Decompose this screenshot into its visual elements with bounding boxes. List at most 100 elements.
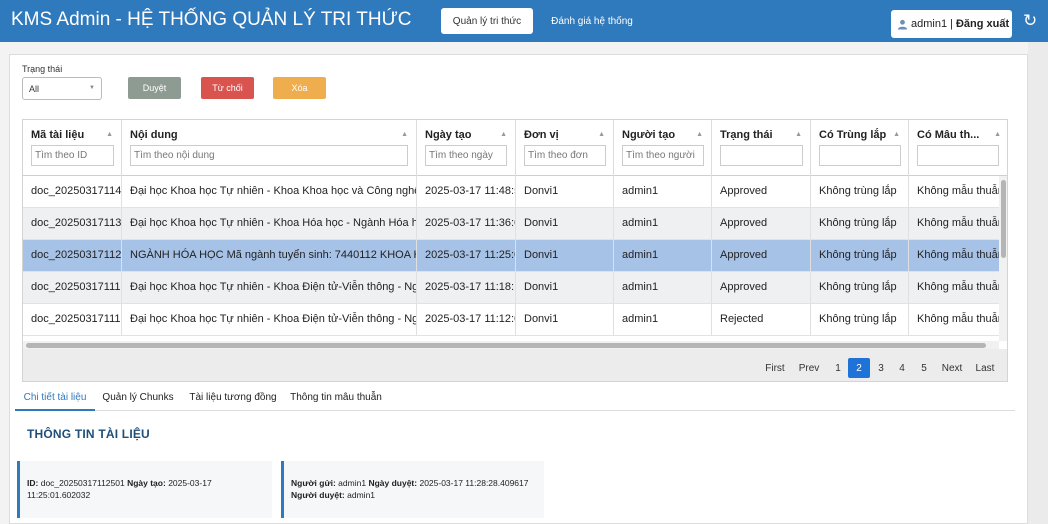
- cell-created: 2025-03-17 11:48:53: [417, 176, 516, 207]
- cell-conflict: Không mẫu thuẫn: [909, 176, 1001, 207]
- filter-input-id[interactable]: [31, 145, 114, 166]
- column-title: Có Mâu th...: [917, 129, 980, 141]
- cell-status: Rejected: [712, 304, 811, 335]
- page-last[interactable]: Last: [971, 358, 999, 378]
- filter-input-status[interactable]: [720, 145, 803, 166]
- page-5[interactable]: 5: [914, 358, 934, 378]
- sort-icon[interactable]: ▲: [598, 131, 605, 138]
- cell-unit: Donvi1: [516, 240, 614, 271]
- sort-icon[interactable]: ▲: [500, 131, 507, 138]
- approver-value: admin1: [347, 490, 376, 500]
- column-title: Trạng thái: [720, 129, 773, 141]
- page-scroll-gutter: [1028, 42, 1048, 524]
- filter-input-duplicate[interactable]: [819, 145, 901, 166]
- cell-content: Đại học Khoa học Tự nhiên - Khoa Khoa họ…: [122, 176, 417, 207]
- cell-creator: admin1: [614, 176, 712, 207]
- cell-duplicate: Không trùng lắp: [811, 272, 909, 303]
- cell-content: Đại học Khoa học Tự nhiên - Khoa Hóa học…: [122, 208, 417, 239]
- filter-input-content[interactable]: [130, 145, 408, 166]
- tab-document-details[interactable]: Chi tiết tài liệu: [15, 386, 95, 411]
- cell-duplicate: Không trùng lắp: [811, 240, 909, 271]
- cell-created: 2025-03-17 11:36:03: [417, 208, 516, 239]
- cell-duplicate: Không trùng lắp: [811, 176, 909, 207]
- chevron-down-icon: ▼: [89, 85, 95, 91]
- column-title: Nội dung: [130, 129, 178, 141]
- cell-created: 2025-03-17 11:12:05: [417, 304, 516, 335]
- reject-button[interactable]: Từ chối: [201, 77, 254, 99]
- page-first[interactable]: First: [758, 358, 792, 378]
- sort-icon[interactable]: ▲: [994, 131, 1001, 138]
- created-label: Ngày tạo:: [127, 478, 166, 488]
- table-row[interactable]: doc_20250317111205Đại học Khoa học Tự nh…: [23, 304, 1001, 336]
- page-next[interactable]: Next: [938, 358, 966, 378]
- column-title: Mã tài liệu: [31, 129, 85, 141]
- column-title: Đơn vị: [524, 129, 559, 141]
- nav-knowledge-management[interactable]: Quản lý tri thức: [441, 8, 533, 34]
- app-title: KMS Admin - HỆ THỐNG QUẢN LÝ TRI THỨC: [11, 9, 412, 30]
- tab-chunk-management[interactable]: Quản lý Chunks: [99, 386, 177, 411]
- table-row[interactable]: doc_20250317113603Đại học Khoa học Tự nh…: [23, 208, 1001, 240]
- cell-status: Approved: [712, 176, 811, 207]
- column-header-unit[interactable]: Đơn vị ▲: [516, 120, 614, 176]
- user-icon: [897, 19, 908, 30]
- status-filter-label: Trạng thái: [22, 64, 63, 74]
- column-header-duplicate[interactable]: Có Trùng lắp ▲: [811, 120, 909, 176]
- column-header-created[interactable]: Ngày tạo ▲: [417, 120, 516, 176]
- horizontal-scrollbar[interactable]: [23, 341, 999, 349]
- sort-icon[interactable]: ▲: [106, 131, 113, 138]
- column-header-content[interactable]: Nội dung ▲: [122, 120, 417, 176]
- cell-id: doc_20250317113603: [23, 208, 122, 239]
- nav-system-evaluation[interactable]: Đánh giá hệ thống: [546, 8, 638, 34]
- section-title: THÔNG TIN TÀI LIỆU: [27, 427, 150, 441]
- cell-content: Đại học Khoa học Tự nhiên - Khoa Điện tử…: [122, 272, 417, 303]
- filter-input-unit[interactable]: [524, 145, 606, 166]
- filter-input-conflict[interactable]: [917, 145, 999, 166]
- user-menu[interactable]: admin1 | Đăng xuất: [891, 10, 1012, 38]
- pagination: First Prev 1 2 3 4 5 Next Last: [23, 349, 1007, 381]
- sort-icon[interactable]: ▲: [401, 131, 408, 138]
- cell-status: Approved: [712, 208, 811, 239]
- column-header-id[interactable]: Mã tài liệu ▲: [23, 120, 122, 176]
- scroll-thumb[interactable]: [26, 343, 986, 348]
- tab-conflict-info[interactable]: Thông tin mâu thuẫn: [287, 386, 385, 411]
- sort-icon[interactable]: ▲: [795, 131, 802, 138]
- logout-button[interactable]: Đăng xuất: [956, 18, 1009, 30]
- detail-tabs: Chi tiết tài liệu Quản lý Chunks Tài liệ…: [15, 386, 1015, 411]
- cell-conflict: Không mẫu thuẫn: [909, 208, 1001, 239]
- page-3[interactable]: 3: [871, 358, 891, 378]
- page-4[interactable]: 4: [892, 358, 912, 378]
- sort-icon[interactable]: ▲: [696, 131, 703, 138]
- refresh-icon[interactable]: ↻: [1023, 10, 1037, 32]
- page-2[interactable]: 2: [848, 358, 870, 378]
- cell-conflict: Không mẫu thuẫn: [909, 304, 1001, 335]
- column-header-creator[interactable]: Người tạo ▲: [614, 120, 712, 176]
- table-row[interactable]: doc_20250317112501NGÀNH HÓA HỌC Mã ngành…: [23, 240, 1001, 272]
- tab-similar-documents[interactable]: Tài liệu tương đồng: [183, 386, 283, 411]
- table-row[interactable]: doc_20250317111812Đại học Khoa học Tự nh…: [23, 272, 1001, 304]
- cell-duplicate: Không trùng lắp: [811, 208, 909, 239]
- filter-input-creator[interactable]: [622, 145, 704, 166]
- vertical-scrollbar[interactable]: [999, 176, 1007, 341]
- cell-status: Approved: [712, 272, 811, 303]
- scroll-thumb[interactable]: [1001, 180, 1006, 258]
- status-filter-value: All: [29, 83, 40, 94]
- filter-input-created[interactable]: [425, 145, 507, 166]
- column-title: Có Trùng lắp: [819, 129, 887, 141]
- page-prev[interactable]: Prev: [794, 358, 824, 378]
- approve-button[interactable]: Duyệt: [128, 77, 181, 99]
- page-1[interactable]: 1: [828, 358, 848, 378]
- approved-date-value: 2025-03-17 11:28:28.409617: [419, 478, 529, 488]
- id-label: ID:: [27, 478, 39, 488]
- cell-id: doc_20250317111812: [23, 272, 122, 303]
- column-header-conflict[interactable]: Có Mâu th... ▲: [909, 120, 1007, 176]
- delete-button[interactable]: Xóa: [273, 77, 326, 99]
- cell-unit: Donvi1: [516, 208, 614, 239]
- column-title: Người tạo: [622, 129, 676, 141]
- sort-icon[interactable]: ▲: [893, 131, 900, 138]
- status-filter-select[interactable]: All ▼: [22, 77, 102, 100]
- cell-creator: admin1: [614, 272, 712, 303]
- cell-duplicate: Không trùng lắp: [811, 304, 909, 335]
- table-row[interactable]: doc_20250317114825Đại học Khoa học Tự nh…: [23, 176, 1001, 208]
- column-header-status[interactable]: Trạng thái ▲: [712, 120, 811, 176]
- user-separator: |: [950, 18, 953, 30]
